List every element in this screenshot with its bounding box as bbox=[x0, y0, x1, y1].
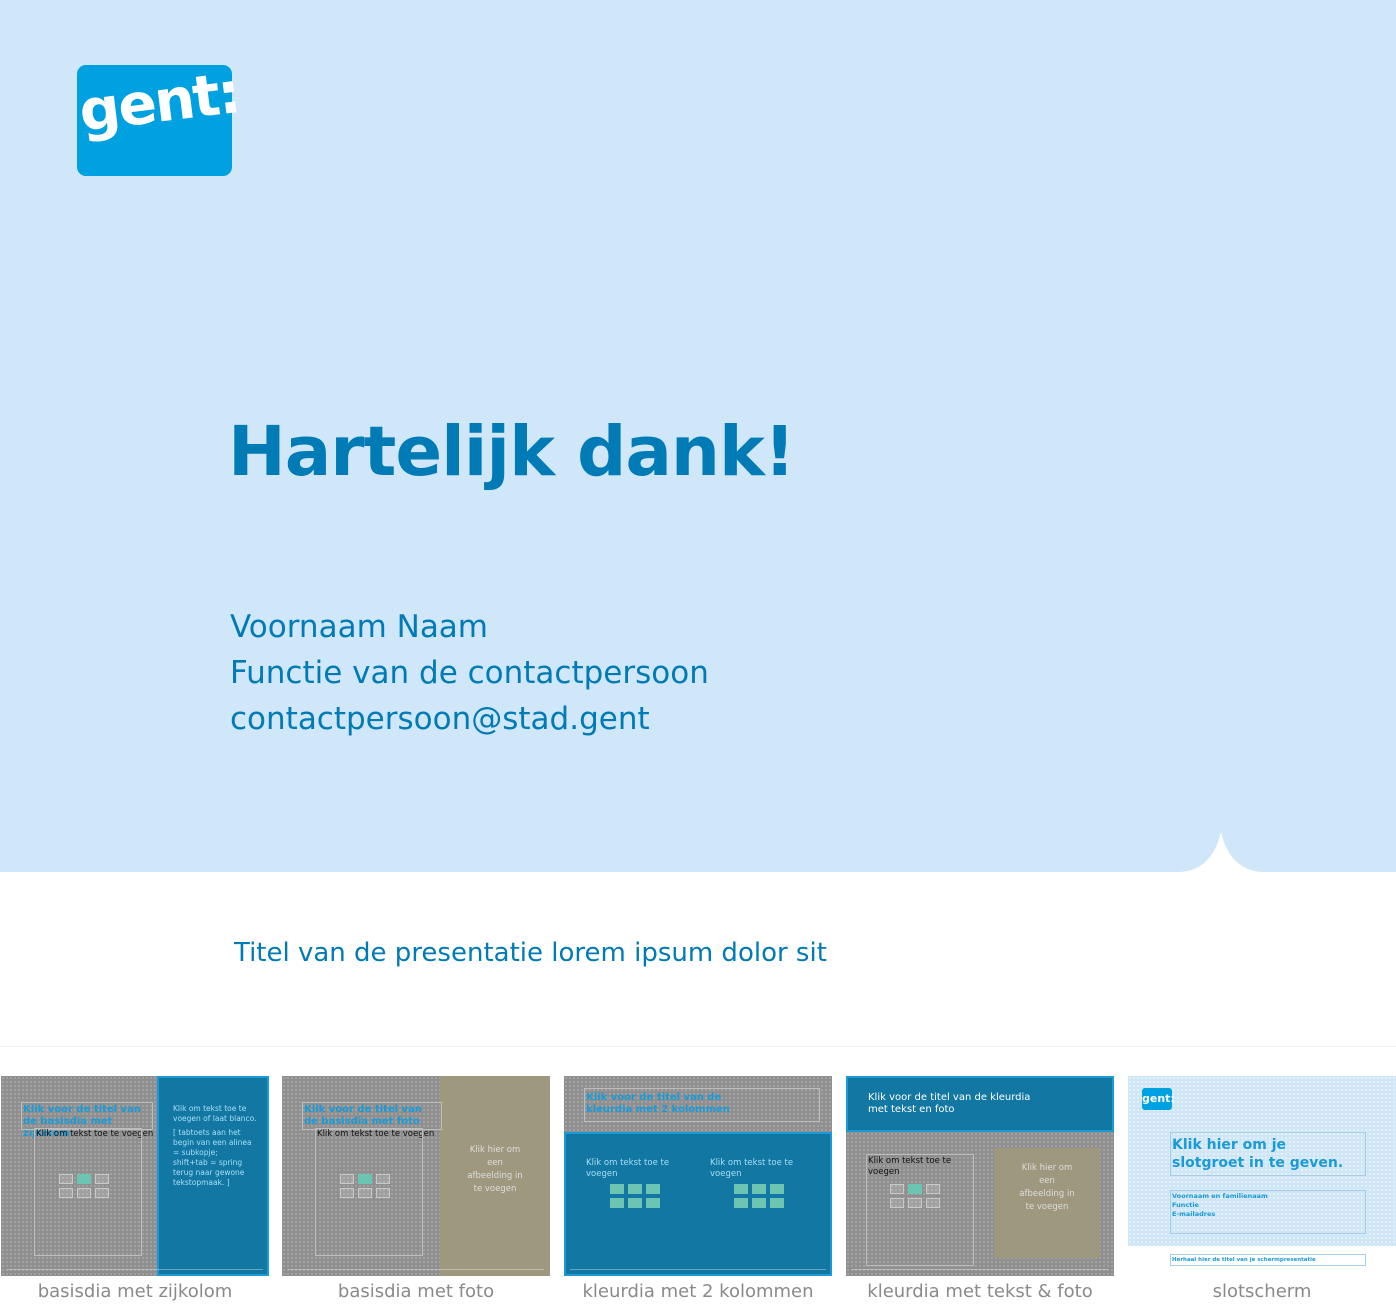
thumb-footer bbox=[570, 1269, 826, 1272]
thumb-footer bbox=[852, 1269, 1108, 1272]
layout-label: basisdia met foto bbox=[337, 1281, 495, 1302]
column-2-text: Klik om tekst toe te voegen bbox=[710, 1158, 794, 1179]
contact-placeholder bbox=[1170, 1190, 1366, 1234]
body-placeholder bbox=[866, 1154, 974, 1266]
column-2-icons bbox=[734, 1184, 784, 1208]
contact-name: Voornaam Naam bbox=[230, 609, 489, 645]
title-placeholder bbox=[584, 1088, 820, 1122]
side-text-3: shift+tab = spring terug naar gewone tek… bbox=[173, 1158, 245, 1187]
side-text-1: Klik om tekst toe te voegen of laat blan… bbox=[173, 1104, 257, 1123]
column-1-text: Klik om tekst toe te voegen bbox=[586, 1158, 670, 1179]
thumb-footer bbox=[288, 1269, 544, 1272]
content-icons bbox=[59, 1174, 109, 1198]
layout-thumbnail[interactable]: Klik voor de titel van de basisdia met z… bbox=[1, 1076, 269, 1276]
slide-headline[interactable]: Hartelijk dank! bbox=[228, 412, 795, 492]
side-text-2: [ tabtoets aan het begin van een alinea … bbox=[173, 1128, 252, 1157]
layout-gallery: Klik voor de titel van de basisdia met z… bbox=[0, 1076, 1396, 1310]
contact-function: Functie van de contactpersoon bbox=[230, 655, 709, 691]
column-1-icons bbox=[610, 1184, 660, 1208]
contact-block[interactable]: Voornaam Naam Functie van de contactpers… bbox=[230, 604, 709, 742]
title-placeholder bbox=[21, 1102, 153, 1130]
title-placeholder bbox=[302, 1102, 442, 1130]
layout-thumbnail[interactable]: Klik voor de titel van de kleurdia met 2… bbox=[564, 1076, 832, 1276]
photo-text: Klik hier om een afbeelding in te voegen bbox=[1019, 1163, 1075, 1212]
presentation-title[interactable]: Titel van de presentatie lorem ipsum dol… bbox=[234, 938, 827, 968]
contact-email: contactpersoon@stad.gent bbox=[230, 701, 650, 737]
title-placeholder bbox=[1170, 1132, 1366, 1176]
layout-label: kleurdia met 2 kolommen bbox=[582, 1281, 814, 1302]
layout-label: kleurdia met tekst & foto bbox=[867, 1281, 1093, 1302]
thumb-title: Klik voor de titel van de kleurdia met t… bbox=[868, 1092, 1031, 1115]
mini-gent-logo: gent: bbox=[1142, 1088, 1175, 1110]
footer-placeholder bbox=[1170, 1254, 1366, 1266]
content-icons bbox=[340, 1174, 390, 1198]
content-icons bbox=[890, 1184, 940, 1208]
thumb-footer bbox=[7, 1269, 263, 1272]
layout-label: slotscherm bbox=[1212, 1281, 1312, 1302]
layout-thumbnail[interactable]: Klik voor de titel van de basisdia met f… bbox=[282, 1076, 550, 1276]
layout-label: basisdia met zijkolom bbox=[37, 1281, 233, 1302]
layout-thumbnail[interactable]: gent: Klik hier om je slotgroet in te ge… bbox=[1128, 1076, 1396, 1276]
photo-text: Klik hier om een afbeelding in te voegen bbox=[467, 1145, 523, 1194]
gallery-divider bbox=[0, 1046, 1396, 1047]
color-panel bbox=[564, 1132, 832, 1276]
layout-thumbnail[interactable]: Klik voor de titel van de kleurdia met t… bbox=[846, 1076, 1114, 1276]
